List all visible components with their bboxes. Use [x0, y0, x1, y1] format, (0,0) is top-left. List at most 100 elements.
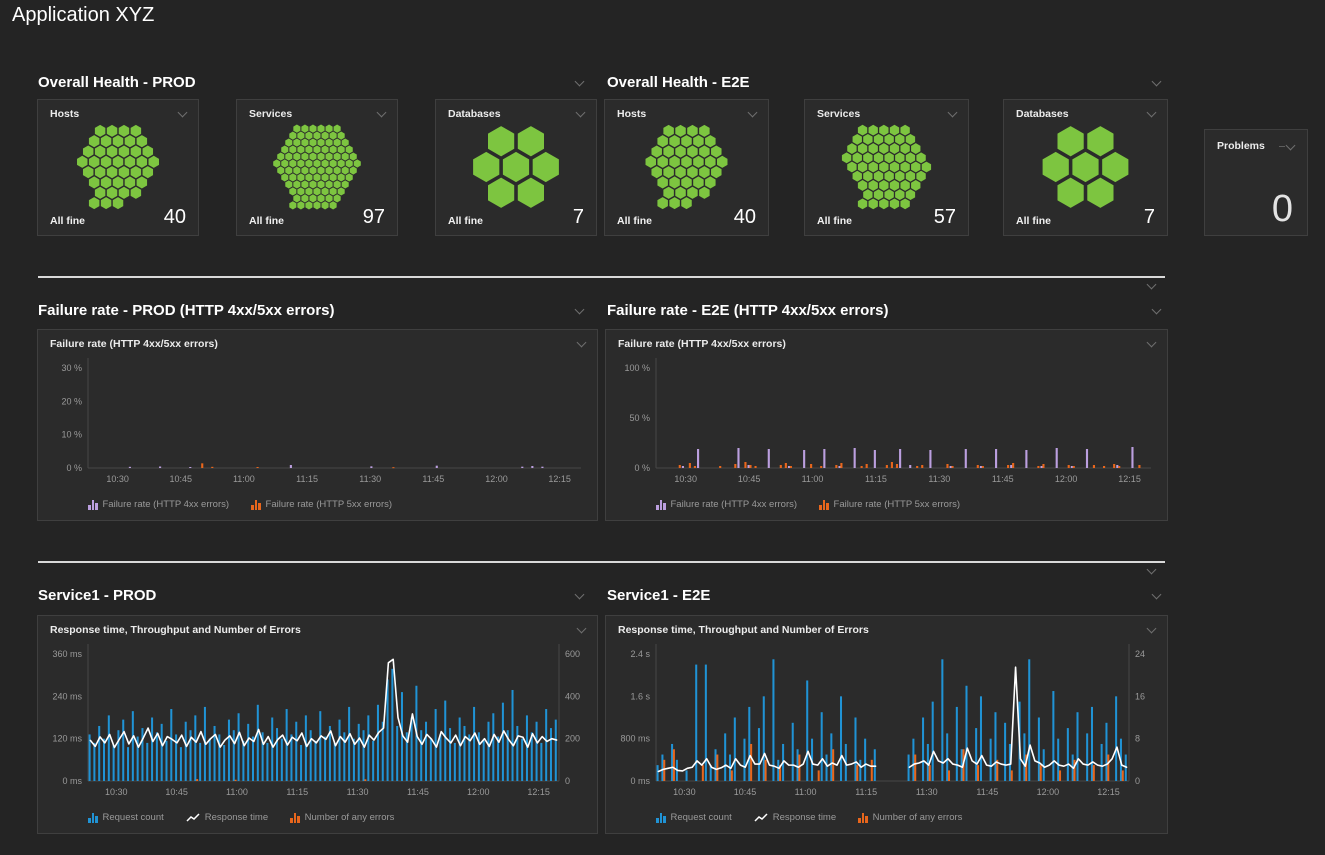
chevron-down-icon[interactable]: [1151, 590, 1163, 600]
tile-services-e2e[interactable]: Services All fine 57: [804, 99, 969, 236]
hexagon[interactable]: [143, 145, 153, 157]
hexagon[interactable]: [338, 159, 345, 167]
chevron-down-icon[interactable]: [1151, 77, 1163, 87]
hexagon[interactable]: [289, 159, 296, 167]
hexagon[interactable]: [297, 173, 304, 181]
hexagon[interactable]: [858, 180, 867, 191]
hexagon[interactable]: [890, 162, 899, 173]
hexagon[interactable]: [687, 187, 697, 199]
hexagon[interactable]: [858, 143, 867, 154]
chevron-down-icon[interactable]: [1146, 108, 1158, 118]
hexagon[interactable]: [101, 176, 111, 188]
hexagon[interactable]: [1087, 126, 1113, 156]
hexagon[interactable]: [342, 166, 349, 174]
hexagon[interactable]: [890, 125, 899, 136]
chevron-down-icon[interactable]: [177, 108, 189, 118]
hexagon[interactable]: [137, 176, 147, 188]
hexagon[interactable]: [863, 171, 872, 182]
legend-item[interactable]: Failure rate (HTTP 4xx errors): [88, 499, 229, 510]
hexagon[interactable]: [125, 176, 135, 188]
hexagon[interactable]: [322, 173, 329, 181]
hexagon[interactable]: [297, 159, 304, 167]
legend-item[interactable]: Failure rate (HTTP 5xx errors): [251, 499, 392, 510]
hexagon[interactable]: [326, 180, 333, 188]
hexagon[interactable]: [518, 126, 544, 156]
hexagon[interactable]: [911, 180, 920, 191]
hexagon[interactable]: [334, 180, 341, 188]
hexagon[interactable]: [101, 135, 111, 147]
hexagon[interactable]: [693, 156, 703, 168]
hexagon[interactable]: [705, 135, 715, 147]
hexagon[interactable]: [890, 143, 899, 154]
hexagon[interactable]: [293, 139, 300, 147]
hexagon[interactable]: [863, 189, 872, 200]
chevron-down-icon[interactable]: [574, 305, 586, 315]
hexagon[interactable]: [350, 152, 357, 160]
hexagon[interactable]: [488, 126, 514, 156]
chevron-down-icon[interactable]: [376, 108, 388, 118]
hexagon[interactable]: [342, 152, 349, 160]
hexagon[interactable]: [675, 145, 685, 157]
legend-item[interactable]: Response time: [754, 812, 836, 823]
hexagon[interactable]: [113, 176, 123, 188]
hexagon[interactable]: [334, 139, 341, 147]
legend-item[interactable]: Number of any errors: [290, 812, 394, 823]
hexagon[interactable]: [89, 176, 99, 188]
hexagon[interactable]: [322, 159, 329, 167]
hexagon[interactable]: [687, 145, 697, 157]
hexagon[interactable]: [309, 194, 316, 202]
hexagon[interactable]: [675, 125, 685, 137]
hexagon[interactable]: [705, 176, 715, 188]
hexagon[interactable]: [89, 135, 99, 147]
hexagon[interactable]: [317, 180, 324, 188]
hexagon[interactable]: [334, 166, 341, 174]
hexagon[interactable]: [313, 132, 320, 140]
hexagon[interactable]: [863, 152, 872, 163]
hexagon[interactable]: [322, 187, 329, 195]
hexagon[interactable]: [137, 156, 147, 168]
hexagon[interactable]: [338, 132, 345, 140]
hexagon[interactable]: [317, 152, 324, 160]
hexagon[interactable]: [473, 152, 499, 182]
hexagon[interactable]: [95, 125, 105, 137]
hexagon[interactable]: [663, 187, 673, 199]
hexagon[interactable]: [346, 173, 353, 181]
hexagon[interactable]: [95, 187, 105, 199]
hexagon[interactable]: [657, 176, 667, 188]
hexagon[interactable]: [107, 125, 117, 137]
legend-item[interactable]: Failure rate (HTTP 5xx errors): [819, 499, 960, 510]
hexagon[interactable]: [906, 152, 915, 163]
hexagon[interactable]: [326, 166, 333, 174]
hexagon[interactable]: [900, 143, 909, 154]
hexagon[interactable]: [317, 194, 324, 202]
hexagon[interactable]: [305, 132, 312, 140]
tile-databases-prod[interactable]: Databases All fine 7: [435, 99, 597, 236]
hexagon[interactable]: [293, 125, 300, 133]
hexagon[interactable]: [651, 166, 661, 178]
hexagon[interactable]: [1043, 152, 1069, 182]
hexagon[interactable]: [322, 132, 329, 140]
chevron-down-icon[interactable]: [747, 108, 759, 118]
hexagon[interactable]: [646, 156, 656, 168]
hexagon[interactable]: [309, 180, 316, 188]
hexagon-cluster[interactable]: [1012, 124, 1159, 210]
hexagon[interactable]: [107, 187, 117, 199]
hexagon[interactable]: [693, 176, 703, 188]
hexagon[interactable]: [853, 171, 862, 182]
hexagon[interactable]: [107, 145, 117, 157]
hexagon[interactable]: [330, 173, 337, 181]
chevron-down-icon[interactable]: [574, 77, 586, 87]
hexagon[interactable]: [322, 145, 329, 153]
hexagon[interactable]: [326, 139, 333, 147]
hexagon[interactable]: [675, 166, 685, 178]
hexagon[interactable]: [301, 125, 308, 133]
hexagon[interactable]: [1057, 178, 1083, 208]
hexagon[interactable]: [309, 166, 316, 174]
chevron-down-icon[interactable]: [1151, 305, 1163, 315]
hexagon[interactable]: [297, 145, 304, 153]
hexagon[interactable]: [338, 187, 345, 195]
hexagon[interactable]: [342, 180, 349, 188]
hexagon[interactable]: [281, 159, 288, 167]
hexagon[interactable]: [101, 156, 111, 168]
hexagon[interactable]: [137, 135, 147, 147]
